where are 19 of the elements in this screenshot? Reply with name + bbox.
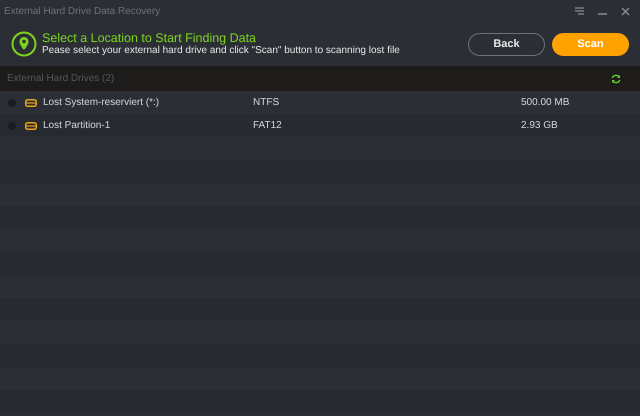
drive-row[interactable]: Lost System-reserviert (*:) NTFS 500.00 MB (0, 91, 640, 114)
refresh-icon[interactable] (611, 74, 621, 84)
back-button[interactable]: Back (468, 32, 545, 56)
file-system: NTFS (253, 97, 280, 108)
file-system: FAT12 (253, 120, 283, 131)
menu-icon[interactable] (575, 7, 584, 15)
heading: Select a Location to Start Finding Data (42, 31, 258, 45)
hard-drive-icon (25, 122, 37, 130)
drive-size: 500.00 MB (521, 97, 570, 108)
section-title: External Hard Drives (2) (7, 73, 114, 84)
drive-size: 2.93 GB (521, 120, 558, 131)
close-icon[interactable] (621, 6, 630, 16)
drive-row[interactable]: Lost Partition-1 FAT12 2.93 GB (0, 114, 640, 137)
drive-name: Lost Partition-1 (43, 120, 112, 131)
instruction-text: Pease select your external hard drive and click "Scan" button to scanning lost file (42, 45, 401, 57)
window-title: External Hard Drive Data Recovery (4, 6, 160, 16)
location-pin-icon (11, 31, 37, 57)
hard-drive-icon (25, 98, 37, 106)
drive-name: Lost System-reserviert (*:) (43, 97, 160, 108)
